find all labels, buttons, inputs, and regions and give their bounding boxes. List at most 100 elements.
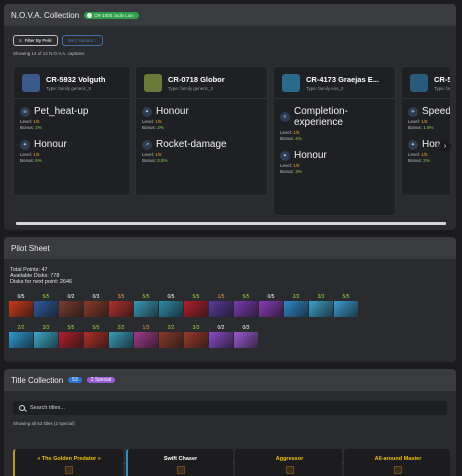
skill-level: 5/5 <box>342 294 350 300</box>
ability-name: Honour <box>156 106 189 117</box>
skill-disk[interactable]: 3/3 <box>34 325 58 348</box>
skill-disk[interactable]: 1/5 <box>209 294 233 317</box>
captain-card-header: CR-0718 Globor Type: family generic_2 <box>136 67 267 99</box>
ability-title-row: ✦ Honour <box>280 150 389 161</box>
ability-bonus-label: Bonus: <box>408 158 424 163</box>
filter-by-perk-button[interactable]: ≡ Filter By Perk <box>13 35 58 46</box>
search-icon <box>19 405 25 411</box>
skill-disk[interactable]: 0/2 <box>59 294 83 317</box>
skill-disk[interactable]: 1/3 <box>134 325 158 348</box>
ability-item: ≡ Completion-experience Level: 1/5 Bonus: 4… <box>280 106 389 142</box>
skill-icon <box>159 301 183 317</box>
captains-count-text: Showing 14 of 14 N.O.V.A. captains <box>13 51 85 56</box>
skill-icon <box>209 301 233 317</box>
active-captain-badge: CR-1000 Judix Lion <box>84 11 139 19</box>
title-card[interactable]: Swift Chaser <box>126 449 233 476</box>
skill-icon <box>34 301 58 317</box>
captain-card[interactable]: CR-4173 Graejas E... Type: family eos_2 ≡ C… <box>273 66 396 216</box>
skill-level: 0/3 <box>242 325 250 331</box>
ability-icon: ✦ <box>280 150 290 161</box>
carousel-next-button[interactable]: › <box>439 140 451 152</box>
pilot-stats: Total Points: 47 Available Disks: 778 Di… <box>4 259 456 285</box>
skill-icon <box>9 301 33 317</box>
ability-level-value: 1/5 <box>33 119 40 124</box>
skill-disk[interactable]: 5/5 <box>184 294 208 317</box>
skill-level: 2/2 <box>167 325 175 331</box>
title-search-input[interactable]: Search titles... <box>13 401 447 415</box>
skill-disk[interactable]: 0/2 <box>209 325 233 348</box>
skill-disk[interactable]: 5/5 <box>59 325 83 348</box>
skill-disk[interactable]: 0/5 <box>9 294 33 317</box>
ability-title-row: ☠ Pet_heat-up <box>20 106 124 117</box>
title-collection-header: Title Collection 53 2 Special <box>4 369 456 391</box>
skill-icon <box>59 301 83 317</box>
ability-level-value: 1/5 <box>293 163 300 168</box>
skill-icon <box>109 332 133 348</box>
ability-bonus: Bonus: 3% <box>280 169 389 175</box>
ability-bonus-value: 3% <box>157 125 164 130</box>
skill-disk[interactable]: 2/2 <box>284 294 308 317</box>
ability-name: Completion-experience <box>294 106 348 128</box>
ability-bonus-value: 6% <box>35 158 42 163</box>
skill-disk[interactable]: 3/3 <box>309 294 333 317</box>
skill-disk[interactable]: 3/3 <box>184 325 208 348</box>
skill-disk[interactable]: 2/2 <box>109 325 133 348</box>
scrollbar-thumb[interactable] <box>16 222 446 225</box>
search-placeholder: Search titles... <box>30 405 65 411</box>
skill-icon <box>9 332 33 348</box>
title-card[interactable]: « The Golden Predator » <box>13 449 123 476</box>
ability-bonus-label: Bonus: <box>142 158 158 163</box>
skill-disk[interactable]: 0/3 <box>84 294 108 317</box>
pilot-sheet-title: Pilot Sheet <box>11 243 50 253</box>
ability-icon: ✦ <box>142 106 152 117</box>
title-emblem-icon <box>394 466 402 474</box>
ability-bonus: Bonus: 2% <box>408 158 450 164</box>
skill-disk[interactable]: 3/5 <box>109 294 133 317</box>
skill-disk[interactable]: 5/5 <box>84 325 108 348</box>
title-card[interactable]: Aggressor <box>235 449 342 476</box>
skill-disk[interactable]: 5/5 <box>134 294 158 317</box>
ability-meta: Level: 1/5 Bonus: 2% <box>20 119 124 131</box>
skill-level: 2/2 <box>117 325 125 331</box>
skill-disk[interactable]: 0/3 <box>234 325 258 348</box>
captain-avatar <box>22 73 40 92</box>
title-card[interactable]: All-around Master <box>344 449 450 476</box>
skill-row-2: 2/2 3/3 5/5 5/5 2/2 1/3 2/2 3/3 0/2 0/3 <box>9 325 258 348</box>
skill-disk[interactable]: 2/2 <box>9 325 33 348</box>
ability-list: ✈ Speed Level: 1/5 Bonus: 1.5% ✦ Honou Level: … <box>402 99 450 179</box>
skill-icon <box>284 301 308 317</box>
ability-level-value: 1/5 <box>155 119 162 124</box>
captain-card[interactable]: CR-560Type: fam✈SpeedLevel: 1/5Bonus: 1.… <box>401 66 450 196</box>
filter-bar: ≡ Filter By Perk Sort: Honour ↓ <box>4 26 456 46</box>
skill-level: 5/5 <box>92 325 100 331</box>
skill-row-1: 0/5 5/5 0/2 0/3 3/5 5/5 0/5 5/5 1/5 5/5 0/5 2/2 3/3 5… <box>9 294 358 317</box>
captain-type: Type: family eos_2 <box>306 85 344 91</box>
skill-icon <box>84 332 108 348</box>
ability-title-row: ≡ Completion-experience <box>280 106 389 128</box>
sort-honour-chip[interactable]: Sort: Honour ↓ <box>61 35 103 46</box>
filter-by-perk-label: Filter By Perk <box>24 38 52 43</box>
ability-level-label: Level: <box>408 119 422 124</box>
skill-disk[interactable]: 0/5 <box>159 294 183 317</box>
captain-card-carousel[interactable]: CR-5932 Volguth Type: family generic_5 ☠ Pe… <box>13 66 450 216</box>
nova-collection-header: N.O.V.A. Collection CR-1000 Judix Lion <box>4 4 456 26</box>
ability-bonus-label: Bonus: <box>408 125 424 130</box>
ability-level-label: Level: <box>280 163 294 168</box>
ability-name: Speed <box>422 106 450 117</box>
ability-title-row: ✦ Honour <box>142 106 261 117</box>
captain-avatar <box>144 73 162 92</box>
skill-disk[interactable]: 0/5 <box>259 294 283 317</box>
title-collection-panel: Title Collection 53 2 Special Search tit… <box>4 369 456 476</box>
ability-bonus-label: Bonus: <box>20 158 36 163</box>
captain-type: Type: family generic_5 <box>46 85 92 91</box>
ability-list: ✦ Honour Level: 1/5 Bonus: 3% ↗ Rocket-damage… <box>136 99 267 179</box>
skill-disk[interactable]: 5/5 <box>334 294 358 317</box>
captain-card[interactable]: CR-5932 Volguth Type: family generic_5 ☠ Pe… <box>13 66 131 196</box>
captain-card[interactable]: CR-0718 Globor Type: family generic_2 ✦ Hon… <box>135 66 268 196</box>
carousel-scrollbar[interactable] <box>13 222 450 225</box>
skill-disk[interactable]: 2/2 <box>159 325 183 348</box>
skill-disk[interactable]: 5/5 <box>34 294 58 317</box>
skill-disk[interactable]: 5/5 <box>234 294 258 317</box>
skill-level: 0/3 <box>92 294 100 300</box>
ability-bonus: Bonus: 4% <box>280 136 389 142</box>
